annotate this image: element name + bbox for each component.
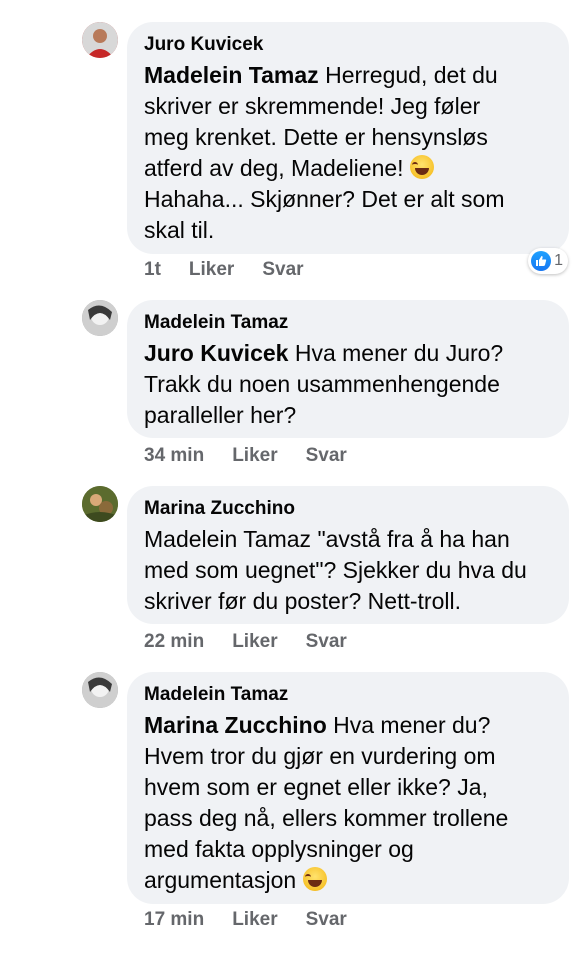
reply-button[interactable]: Svar (306, 909, 347, 931)
avatar-photo-icon (82, 486, 118, 522)
timestamp[interactable]: 17 min (144, 909, 204, 931)
comment-bubble: Marina Zucchino Madelein Tamaz "avstå fr… (127, 486, 569, 624)
comment-actions: 1t Liker Svar (144, 259, 332, 281)
comment-actions: 22 min Liker Svar (144, 631, 375, 653)
joy-emoji-icon (409, 155, 434, 179)
avatar-photo-icon (82, 672, 118, 708)
like-button[interactable]: Liker (232, 909, 277, 931)
avatar-photo-icon (82, 300, 118, 336)
like-button[interactable]: Liker (189, 259, 234, 281)
reaction-summary[interactable]: 1 (528, 248, 568, 274)
comment-actions: 34 min Liker Svar (144, 445, 375, 467)
comment-author[interactable]: Madelein Tamaz (144, 312, 553, 334)
avatar[interactable] (82, 672, 118, 708)
reaction-count: 1 (554, 252, 563, 269)
comment-text: Madelein Tamaz "avstå fra å ha han med s… (144, 526, 527, 614)
avatar-photo-icon (82, 22, 118, 58)
comment-bubble: Juro Kuvicek Madelein Tamaz Herregud, de… (127, 22, 569, 254)
comment-bubble: Madelein Tamaz Juro Kuvicek Hva mener du… (127, 300, 569, 438)
avatar[interactable] (82, 22, 118, 58)
mention-link[interactable]: Marina Zucchino (144, 712, 327, 738)
timestamp[interactable]: 1t (144, 259, 161, 281)
comment-text: Madelein Tamaz Herregud, det du skriver … (144, 60, 553, 246)
timestamp[interactable]: 34 min (144, 445, 204, 467)
reply-button[interactable]: Svar (306, 445, 347, 467)
mention-link[interactable]: Juro Kuvicek (144, 340, 288, 366)
like-button[interactable]: Liker (232, 631, 277, 653)
comment-actions: 17 min Liker Svar (144, 909, 375, 931)
comment-author[interactable]: Madelein Tamaz (144, 684, 553, 706)
avatar[interactable] (82, 300, 118, 336)
joy-emoji-icon (302, 867, 327, 891)
reply-button[interactable]: Svar (306, 631, 347, 653)
comment-text: Marina Zucchino Hva mener du? Hvem tror … (144, 710, 553, 896)
like-button[interactable]: Liker (232, 445, 277, 467)
avatar[interactable] (82, 486, 118, 522)
comment-feed: Juro Kuvicek Madelein Tamaz Herregud, de… (0, 0, 586, 960)
comment-bubble: Madelein Tamaz Marina Zucchino Hva mener… (127, 672, 569, 904)
timestamp[interactable]: 22 min (144, 631, 204, 653)
like-reaction-icon (531, 251, 552, 271)
mention-link[interactable]: Madelein Tamaz (144, 62, 319, 88)
comment-text-body-2: Hahaha... Skjønner? Det er alt som skal … (144, 186, 505, 243)
comment-author[interactable]: Marina Zucchino (144, 498, 553, 520)
comment-text-body: Hva mener du? Hvem tror du gjør en vurde… (144, 712, 509, 893)
reply-button[interactable]: Svar (262, 259, 303, 281)
comment-text: Juro Kuvicek Hva mener du Juro? Trakk du… (144, 338, 553, 431)
comment-author[interactable]: Juro Kuvicek (144, 34, 553, 56)
